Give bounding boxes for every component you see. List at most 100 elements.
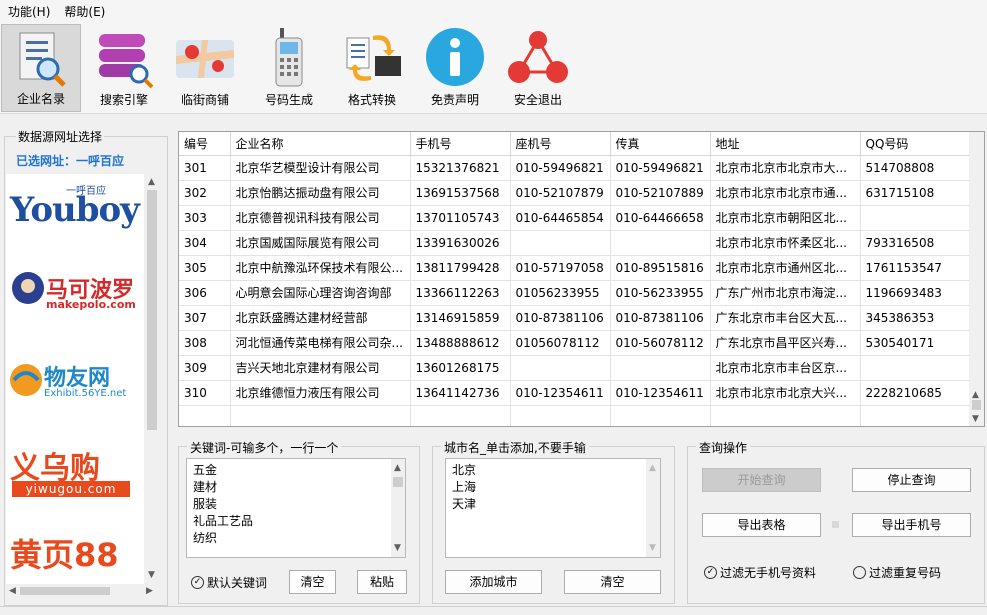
tool-search-engine[interactable]: 搜索引擎 <box>84 24 164 112</box>
export-table-button[interactable]: 导出表格 <box>702 513 821 537</box>
city-item: 天津 <box>452 497 477 511</box>
table-row[interactable]: 309 吉兴天地北京建材有限公司 13601268175 北京市北京市丰台区京... <box>179 355 972 381</box>
cities-textarea[interactable]: 北京 上海 天津 ▲ ▼ <box>445 458 661 558</box>
logo-youboy[interactable]: 一呼百应 Youboy <box>6 174 144 254</box>
toolbar: 企业名录 搜索引擎 临街商铺 号码生成 格式转换 免责声明 安全退出 <box>0 22 987 114</box>
results-grid[interactable]: 编号 企业名称 手机号 座机号 传真 地址 QQ号码 301 北京华艺模型设计有限… <box>178 131 985 427</box>
table-cell: 010-52107879 <box>510 180 611 206</box>
table-row[interactable]: 305 北京中航豫泓环保技术有限公... 13811799428 010-571970… <box>179 255 972 281</box>
add-city-button[interactable]: 添加城市 <box>445 570 542 594</box>
table-cell: 13601268175 <box>410 355 511 381</box>
column-header[interactable]: QQ号码 <box>860 132 972 156</box>
table-cell: 13488888612 <box>410 330 511 356</box>
tool-disclaimer[interactable]: 免责声明 <box>415 24 495 112</box>
table-cell: 514708808 <box>860 155 972 181</box>
scroll-thumb[interactable] <box>20 587 110 595</box>
keyword-item: 五金 <box>193 463 218 477</box>
filter-no-mobile-radio[interactable]: ✓ 过滤无手机号资料 <box>704 564 816 581</box>
table-cell: 北京中航豫泓环保技术有限公... <box>230 255 411 281</box>
tool-safe-exit[interactable]: 安全退出 <box>498 24 578 112</box>
table-cell: 301 <box>179 155 231 181</box>
table-cell: 15321376821 <box>410 155 511 181</box>
filter-duplicate-radio[interactable]: 过滤重复号码 <box>853 564 941 581</box>
table-cell: 河北恒通传菜电梯有限公司杂... <box>230 330 411 356</box>
column-header[interactable]: 传真 <box>610 132 711 156</box>
keywords-textarea[interactable]: 五金 建材 服装 礼品工艺品 纺织 ▲ ▼ <box>186 458 406 558</box>
city-item: 北京 <box>452 463 477 477</box>
cities-group: 城市名_单击添加,不要手输 北京 上海 天津 ▲ ▼ 添加城市 清空 <box>432 439 675 604</box>
scroll-up-arrow[interactable]: ▲ <box>972 390 979 400</box>
logo-exhibit[interactable]: 物友网 Exhibit.56YE.net <box>6 354 144 434</box>
filter-no-mobile-label: 过滤无手机号资料 <box>720 566 817 580</box>
logo-list[interactable]: 一呼百应 Youboy 马可波罗 makepolo.com 物友网 Exhibi… <box>6 174 144 584</box>
table-row[interactable]: 306 心明意会国际心理咨询咨询部 13366112263 01056233955 01… <box>179 280 972 306</box>
table-cell: 北京市北京市怀柔区北... <box>710 230 861 256</box>
tool-company-directory[interactable]: 企业名录 <box>1 24 81 112</box>
start-query-button[interactable]: 开始查询 <box>702 468 821 492</box>
table-cell <box>860 355 972 381</box>
makepolo-small-text: makepolo.com <box>46 298 136 311</box>
logo-yiwugou[interactable]: 义乌购 yiwugou.com <box>6 439 144 519</box>
grid-vertical-scrollbar[interactable]: ▲ ▼ <box>969 132 984 426</box>
cities-clear-button[interactable]: 清空 <box>564 570 661 594</box>
logo-makepolo[interactable]: 马可波罗 makepolo.com <box>6 264 144 344</box>
scroll-up-arrow[interactable]: ▲ <box>148 177 155 187</box>
table-row[interactable]: 310 北京维德恒力液压有限公司 13641142736 010-12354611 01… <box>179 380 972 406</box>
tool-street-shops[interactable]: 临街商铺 <box>165 24 245 112</box>
table-cell: 北京国威国际展览有限公司 <box>230 230 411 256</box>
logo-horizontal-scrollbar[interactable]: ◀ ▶ <box>6 584 159 598</box>
column-header[interactable]: 地址 <box>710 132 861 156</box>
keyword-item: 纺织 <box>193 531 218 545</box>
table-cell: 010-56078112 <box>610 330 711 356</box>
keywords-group: 关键词-可输多个，一行一个 五金 建材 服装 礼品工艺品 纺织 ▲ ▼ ✓ 默认… <box>178 439 420 604</box>
export-phone-button[interactable]: 导出手机号 <box>852 513 971 537</box>
column-header[interactable]: 企业名称 <box>230 132 411 156</box>
scroll-thumb[interactable] <box>972 400 981 410</box>
table-cell: 010-56233955 <box>610 280 711 306</box>
cities-scrollbar[interactable]: ▲ ▼ <box>646 459 660 557</box>
column-header[interactable]: 手机号 <box>410 132 511 156</box>
table-cell <box>610 405 711 426</box>
table-cell: 13391630026 <box>410 230 511 256</box>
menu-help[interactable]: 帮助(E) <box>60 3 109 20</box>
default-keywords-checkbox[interactable]: ✓ 默认关键词 <box>191 574 267 591</box>
database-search-icon <box>99 34 154 89</box>
table-cell <box>860 405 972 426</box>
table-row[interactable]: 308 河北恒通传菜电梯有限公司杂... 13488888612 0105607811… <box>179 330 972 356</box>
phone-icon <box>275 28 303 87</box>
scroll-down-arrow[interactable]: ▼ <box>649 543 656 553</box>
keyword-item: 礼品工艺品 <box>193 514 254 528</box>
table-row[interactable]: 301 北京华艺模型设计有限公司 15321376821 010-59496821 01… <box>179 155 972 181</box>
keywords-scrollbar[interactable]: ▲ ▼ <box>391 459 405 557</box>
scroll-left-arrow[interactable]: ◀ <box>9 586 16 596</box>
table-row[interactable]: 304 北京国威国际展览有限公司 13391630026 北京市北京市怀柔区北... 7… <box>179 230 972 256</box>
menu-function[interactable]: 功能(H) <box>4 3 54 20</box>
table-row[interactable]: 307 北京跃盛腾达建材经营部 13146915859 010-87381106 010… <box>179 305 972 331</box>
table-row[interactable]: 303 北京德普视讯科技有限公司 13701105743 010-64465854 01… <box>179 205 972 231</box>
scroll-down-arrow[interactable]: ▼ <box>394 543 401 553</box>
table-cell: 吉兴天地北京建材有限公司 <box>230 355 411 381</box>
stop-query-button[interactable]: 停止查询 <box>852 468 971 492</box>
tool-number-generator[interactable]: 号码生成 <box>249 24 329 112</box>
scroll-up-arrow[interactable]: ▲ <box>394 463 401 473</box>
scroll-thumb[interactable] <box>393 477 403 487</box>
table-cell: 北京德普视讯科技有限公司 <box>230 205 411 231</box>
keywords-paste-button[interactable]: 粘贴 <box>357 570 407 594</box>
table-cell: 13146915859 <box>410 305 511 331</box>
scroll-thumb[interactable] <box>147 190 157 430</box>
logo-huangye88[interactable]: 黄页88 <box>6 524 144 584</box>
table-cell: 广东北京市丰台区大瓦... <box>710 305 861 331</box>
scroll-down-arrow[interactable]: ▼ <box>972 414 979 424</box>
table-cell: 1761153547 <box>860 255 972 281</box>
table-cell: 13641142736 <box>410 380 511 406</box>
column-header[interactable]: 编号 <box>179 132 231 156</box>
scroll-right-arrow[interactable]: ▶ <box>146 586 153 596</box>
tool-format-convert[interactable]: 格式转换 <box>332 24 412 112</box>
scroll-down-arrow[interactable]: ▼ <box>148 570 155 580</box>
logo-vertical-scrollbar[interactable]: ▲ ▼ <box>145 174 159 584</box>
scroll-up-arrow[interactable]: ▲ <box>649 463 656 473</box>
keywords-clear-button[interactable]: 清空 <box>289 570 336 594</box>
check-circle-icon: ✓ <box>704 566 717 579</box>
table-row[interactable]: 302 北京怡鹏达振动盘有限公司 13691537568 010-52107879 01… <box>179 180 972 206</box>
column-header[interactable]: 座机号 <box>510 132 611 156</box>
